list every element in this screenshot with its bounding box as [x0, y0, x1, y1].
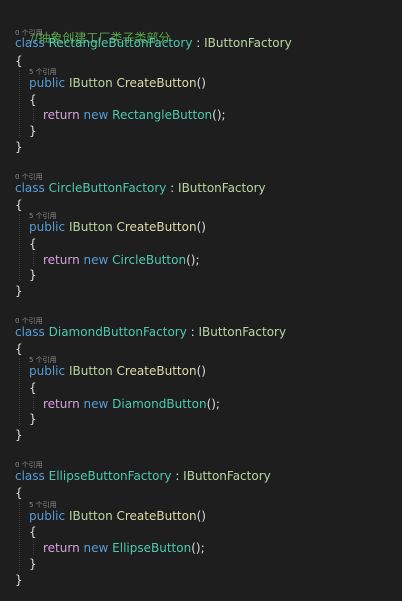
colon: :: [186, 325, 199, 339]
keyword-class: class: [15, 181, 45, 195]
class-close-brace: }: [15, 284, 23, 298]
keyword-class: class: [15, 325, 45, 339]
keyword-return: return: [43, 397, 80, 411]
method-open-brace: {: [29, 525, 37, 539]
product-class-name[interactable]: EllipseButton: [112, 541, 191, 555]
class-open-brace: {: [15, 54, 23, 68]
interface-name[interactable]: IButtonFactory: [178, 181, 266, 195]
method-open-brace: {: [29, 381, 37, 395]
method-close-brace: }: [29, 268, 37, 282]
call-end: ();: [191, 541, 205, 555]
keyword-public: public: [29, 76, 66, 90]
return-statement: return new DiamondButton();: [43, 395, 220, 413]
method-close-brace: }: [29, 412, 37, 426]
call-end: ();: [206, 397, 220, 411]
class-name[interactable]: EllipseButtonFactory: [49, 469, 172, 483]
indent-guide: [33, 252, 34, 266]
keyword-class: class: [15, 469, 45, 483]
method-declaration: public IButton CreateButton(): [29, 74, 206, 92]
method-open-brace: {: [29, 93, 37, 107]
class-declaration: class RectangleButtonFactory : IButtonFa…: [15, 34, 292, 52]
method-name[interactable]: CreateButton: [117, 364, 197, 378]
interface-name[interactable]: IButtonFactory: [199, 325, 287, 339]
class-name[interactable]: RectangleButtonFactory: [49, 36, 193, 50]
colon: :: [166, 181, 179, 195]
keyword-public: public: [29, 220, 66, 234]
keyword-new: new: [83, 253, 109, 267]
keyword-class: class: [15, 36, 45, 50]
return-type[interactable]: IButton: [69, 364, 113, 378]
return-statement: return new CircleButton();: [43, 251, 199, 269]
class-close-brace: }: [15, 428, 23, 442]
indent-guide: [33, 540, 34, 555]
indent-guide: [33, 396, 34, 410]
return-statement: return new EllipseButton();: [43, 539, 205, 557]
return-statement: return new RectangleButton();: [43, 106, 226, 124]
code-editor[interactable]: //抽象创建工厂类子类部分 0 个引用 class RectangleButto…: [0, 0, 402, 601]
method-open-brace: {: [29, 237, 37, 251]
class-declaration: class EllipseButtonFactory : IButtonFact…: [15, 467, 271, 485]
indent-guide: [19, 358, 20, 426]
keyword-return: return: [43, 108, 80, 122]
method-close-brace: }: [29, 124, 37, 138]
class-name[interactable]: DiamondButtonFactory: [49, 325, 187, 339]
product-class-name[interactable]: CircleButton: [112, 253, 186, 267]
keyword-new: new: [83, 541, 109, 555]
class-open-brace: {: [15, 342, 23, 356]
method-parens: (): [196, 220, 206, 234]
class-close-brace: }: [15, 140, 23, 154]
method-close-brace: }: [29, 557, 37, 571]
return-type[interactable]: IButton: [69, 220, 113, 234]
method-parens: (): [196, 364, 206, 378]
method-declaration: public IButton CreateButton(): [29, 362, 206, 380]
method-parens: (): [196, 76, 206, 90]
method-name[interactable]: CreateButton: [117, 509, 197, 523]
method-declaration: public IButton CreateButton(): [29, 507, 206, 525]
class-declaration: class DiamondButtonFactory : IButtonFact…: [15, 323, 286, 341]
method-name[interactable]: CreateButton: [117, 76, 197, 90]
keyword-return: return: [43, 253, 80, 267]
keyword-new: new: [83, 108, 109, 122]
product-class-name[interactable]: DiamondButton: [112, 397, 206, 411]
class-open-brace: {: [15, 198, 23, 212]
call-end: ();: [186, 253, 200, 267]
return-type[interactable]: IButton: [69, 76, 113, 90]
keyword-public: public: [29, 364, 66, 378]
return-type[interactable]: IButton: [69, 509, 113, 523]
class-declaration: class CircleButtonFactory : IButtonFacto…: [15, 179, 266, 197]
method-parens: (): [196, 509, 206, 523]
comment-line: //抽象创建工厂类子类部分: [15, 11, 170, 45]
colon: :: [192, 36, 205, 50]
interface-name[interactable]: IButtonFactory: [183, 469, 271, 483]
keyword-new: new: [83, 397, 109, 411]
class-close-brace: }: [15, 573, 23, 587]
class-open-brace: {: [15, 486, 23, 500]
indent-guide: [33, 108, 34, 122]
call-end: ();: [212, 108, 226, 122]
interface-name[interactable]: IButtonFactory: [204, 36, 292, 50]
keyword-return: return: [43, 541, 80, 555]
class-name[interactable]: CircleButtonFactory: [49, 181, 167, 195]
method-declaration: public IButton CreateButton(): [29, 218, 206, 236]
indent-guide: [19, 214, 20, 282]
colon: :: [171, 469, 184, 483]
method-name[interactable]: CreateButton: [117, 220, 197, 234]
indent-guide: [19, 502, 20, 571]
indent-guide: [19, 70, 20, 138]
keyword-public: public: [29, 509, 66, 523]
product-class-name[interactable]: RectangleButton: [112, 108, 212, 122]
